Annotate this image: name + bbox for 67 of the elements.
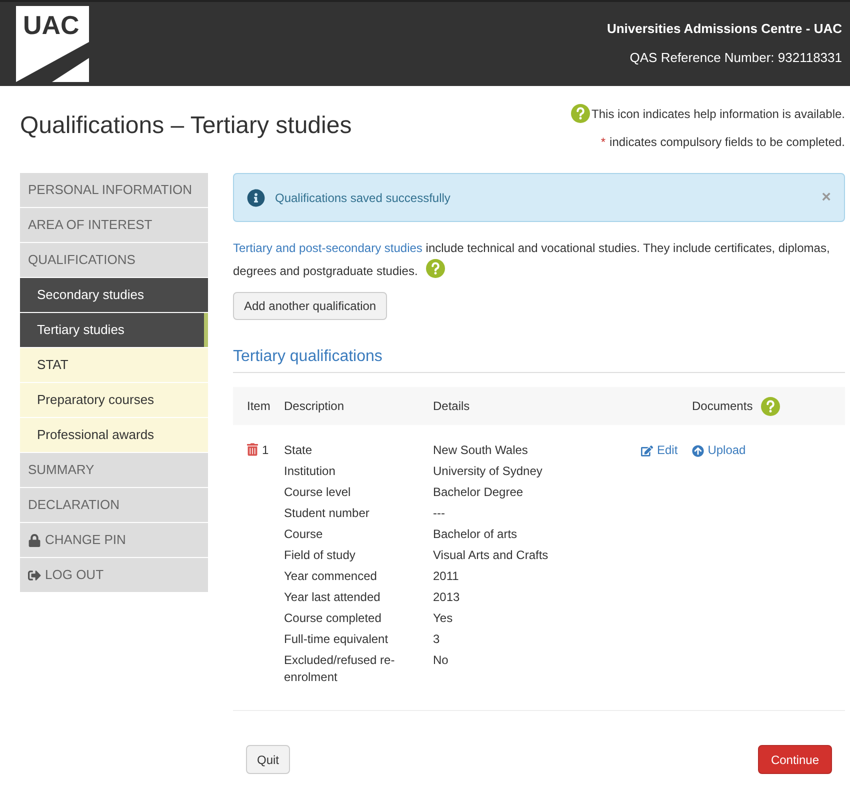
info-icon <box>247 188 265 206</box>
organization-name: Universities Admissions Centre - UAC <box>606 20 842 38</box>
field-label: Year commenced <box>284 568 378 585</box>
sidebar-item[interactable]: QUALIFICATIONS <box>20 243 208 277</box>
field-label: Student number <box>284 505 370 522</box>
field-label: State <box>284 442 314 459</box>
field-label: Institution <box>284 463 336 480</box>
field-value: --- <box>433 505 446 522</box>
lock-icon <box>28 534 41 546</box>
delete-icon[interactable] <box>247 443 258 456</box>
column-header: Details <box>433 398 471 415</box>
logo[interactable]: UAC <box>16 6 89 82</box>
studies-link[interactable]: Tertiary and post-secondary studies <box>233 241 422 255</box>
field-value: Bachelor of arts <box>433 526 518 543</box>
field-label: Course completed <box>284 610 382 627</box>
field-value: Visual Arts and Crafts <box>433 547 550 564</box>
column-header: Documents <box>692 398 753 415</box>
field-value: Yes <box>433 610 454 627</box>
upload-icon <box>692 444 704 456</box>
field-value: New South Wales <box>433 442 529 459</box>
column-header: Item <box>246 398 272 415</box>
field-value: University of Sydney <box>433 463 544 480</box>
reference-number: QAS Reference Number: 932118331 <box>630 48 842 66</box>
page-title: Qualifications – Tertiary studies <box>20 111 352 141</box>
edit-link[interactable]: Edit <box>641 440 678 461</box>
field-value: 2013 <box>433 589 461 606</box>
upload-link[interactable]: Upload <box>692 440 746 461</box>
logout-icon <box>28 568 41 582</box>
sidebar-item[interactable]: Professional awards <box>20 418 208 452</box>
quit-button[interactable]: Quit <box>246 745 290 774</box>
help-icon[interactable] <box>426 259 445 278</box>
alert-message: Qualifications saved successfully <box>275 190 452 206</box>
sidebar-item[interactable]: Secondary studies <box>20 278 208 312</box>
field-label: Course level <box>284 484 352 501</box>
column-header: Description <box>284 398 346 415</box>
help-legend: This icon indicates help information is available. <box>592 104 845 122</box>
sidebar-item[interactable]: CHANGE PIN <box>20 523 208 557</box>
field-label: Full-time equivalent <box>284 631 390 648</box>
help-icon[interactable] <box>760 396 780 416</box>
required-mark: * <box>600 134 606 151</box>
sidebar-item[interactable]: DECLARATION <box>20 488 208 522</box>
field-label: Year last attended <box>284 589 382 606</box>
field-value: 2011 <box>433 568 460 585</box>
field-value: No <box>433 652 450 669</box>
sidebar-item[interactable]: AREA OF INTEREST <box>20 208 208 242</box>
section-title: Tertiary qualifications <box>233 345 845 373</box>
logo-text: UAC <box>23 12 80 38</box>
field-label: Course <box>284 526 324 543</box>
intro-text: Tertiary and post-secondary studies include technical and vocational studies. They include certificates, diplomas, degrees and postgraduate studies. <box>233 241 830 278</box>
close-button[interactable]: × <box>822 186 831 210</box>
sidebar-item[interactable]: STAT <box>20 348 208 382</box>
required-legend: indicates compulsory fields to be completed. <box>610 133 845 151</box>
field-value: 3 <box>433 631 441 648</box>
continue-button[interactable]: Continue <box>758 745 832 774</box>
field-value: Bachelor Degree <box>433 484 524 501</box>
sidebar-item[interactable]: LOG OUT <box>20 558 208 592</box>
add-qualification-button[interactable]: Add another qualification <box>233 292 388 320</box>
field-label: Excluded/refused re-enrolment <box>284 652 396 686</box>
sidebar-item[interactable]: SUMMARY <box>20 453 208 487</box>
sidebar-item[interactable]: Preparatory courses <box>20 383 208 417</box>
logo-stripe-icon <box>16 42 89 82</box>
sidebar-item[interactable]: PERSONAL INFORMATION <box>20 173 208 207</box>
field-label: Field of study <box>284 547 356 564</box>
edit-icon <box>641 444 653 456</box>
sidebar-item[interactable]: Tertiary studies <box>20 313 208 347</box>
help-icon[interactable] <box>570 104 590 123</box>
item-number: 1 <box>262 442 269 459</box>
